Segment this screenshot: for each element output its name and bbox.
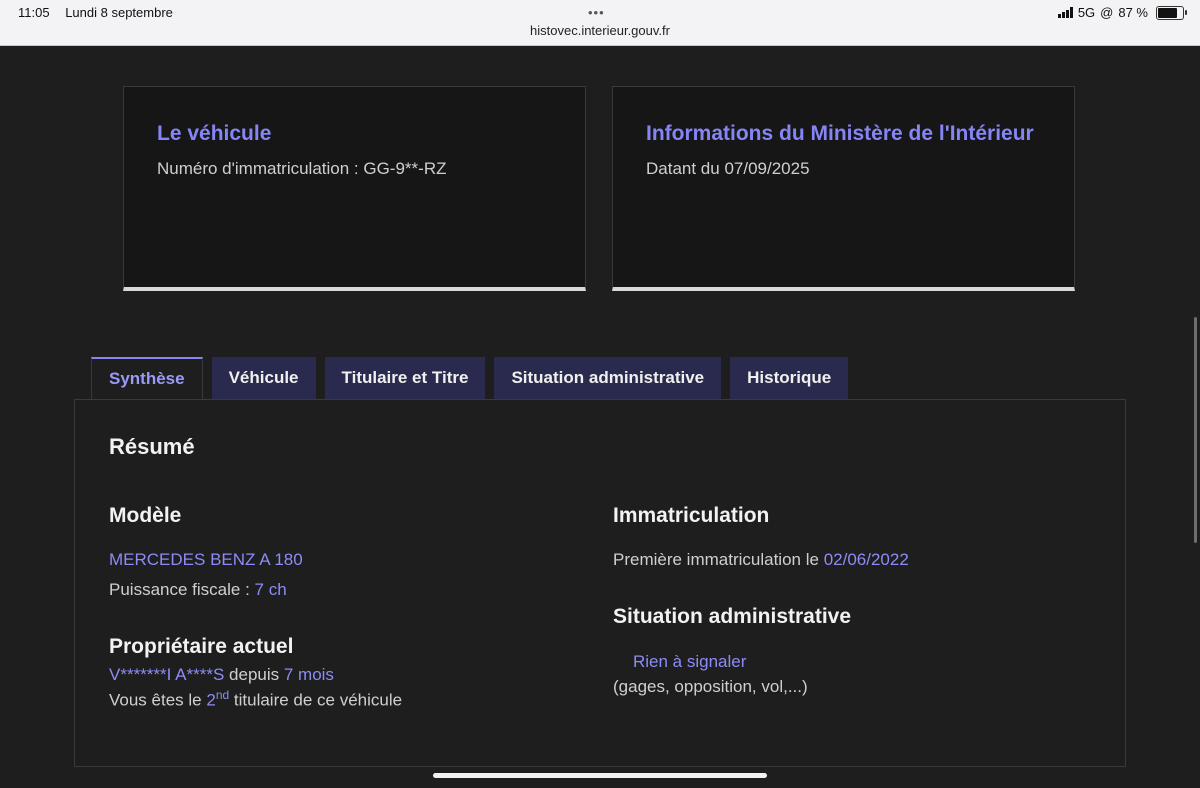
tab-titulaire-titre[interactable]: Titulaire et Titre <box>324 357 486 399</box>
tab-bar: Synthèse Véhicule Titulaire et Titre Sit… <box>91 357 849 399</box>
status-indicators: 5G @ 87 % <box>1057 5 1187 20</box>
tab-situation-administrative[interactable]: Situation administrative <box>494 357 722 399</box>
status-time: 11:05 <box>18 5 50 20</box>
home-indicator[interactable] <box>433 773 767 778</box>
registration-number: Numéro d'immatriculation : GG-9**-RZ <box>157 159 447 178</box>
status-date: Lundi 8 septembre <box>65 5 173 20</box>
vehicle-card: Le véhicule Numéro d'immatriculation : G… <box>123 86 586 291</box>
owner-title: Propriétaire actuel <box>109 635 294 658</box>
address-bar-url[interactable]: histovec.interieur.gouv.fr <box>0 23 1200 38</box>
tab-vehicule[interactable]: Véhicule <box>211 357 316 399</box>
admin-status-details: (gages, opposition, vol,...) <box>613 677 808 696</box>
status-time-date: 11:05 Lundi 8 septembre <box>18 5 173 20</box>
owner-rank-prefix: Vous êtes le <box>109 690 207 710</box>
multitasking-dots-icon[interactable]: ••• <box>588 5 605 20</box>
model-name: MERCEDES BENZ A 180 <box>109 550 303 569</box>
status-bar: 11:05 Lundi 8 septembre ••• histovec.int… <box>0 0 1200 46</box>
owner-rank: Vous êtes le 2nd titulaire de ce véhicul… <box>109 688 402 711</box>
summary-heading: Résumé <box>109 434 195 459</box>
page-content: Le véhicule Numéro d'immatriculation : G… <box>0 46 1200 788</box>
tab-historique[interactable]: Historique <box>730 357 849 399</box>
admin-status-title: Situation administrative <box>613 605 852 628</box>
model-title: Modèle <box>109 504 182 527</box>
vehicle-card-title: Le véhicule <box>157 122 272 145</box>
fiscal-power-value: 7 ch <box>254 580 287 599</box>
network-label: 5G <box>1077 5 1096 20</box>
owner-line: V*******I A****S depuis 7 mois <box>109 665 334 685</box>
owner-name: V*******I A****S <box>109 665 225 684</box>
ministry-date: Datant du 07/09/2025 <box>646 159 810 178</box>
registration-title: Immatriculation <box>613 504 770 527</box>
battery-percent: 87 % <box>1118 5 1148 20</box>
summary-panel: Résumé Modèle MERCEDES BENZ A 180 Puissa… <box>74 399 1126 767</box>
owner-since-value: 7 mois <box>283 665 334 684</box>
ministry-card: Informations du Ministère de l'Intérieur… <box>612 86 1075 291</box>
page-scrollbar[interactable] <box>1194 317 1197 543</box>
hotspot-icon: @ <box>1100 5 1114 20</box>
first-registration: Première immatriculation le 02/06/2022 <box>613 550 909 570</box>
owner-rank-value: 2 <box>206 690 216 710</box>
first-registration-date: 02/06/2022 <box>823 550 909 569</box>
signal-icon <box>1057 7 1073 18</box>
owner-since-label: depuis <box>224 665 284 684</box>
fiscal-power: Puissance fiscale : 7 ch <box>109 580 287 600</box>
owner-rank-sup: nd <box>215 688 230 702</box>
owner-rank-suffix: titulaire de ce véhicule <box>229 690 403 710</box>
admin-status-value: Rien à signaler <box>633 652 747 671</box>
fiscal-power-label: Puissance fiscale : <box>109 580 255 599</box>
battery-icon <box>1156 5 1187 20</box>
first-registration-label: Première immatriculation le <box>613 550 824 569</box>
tab-synthese[interactable]: Synthèse <box>91 357 203 399</box>
ministry-card-title: Informations du Ministère de l'Intérieur <box>646 122 1034 145</box>
